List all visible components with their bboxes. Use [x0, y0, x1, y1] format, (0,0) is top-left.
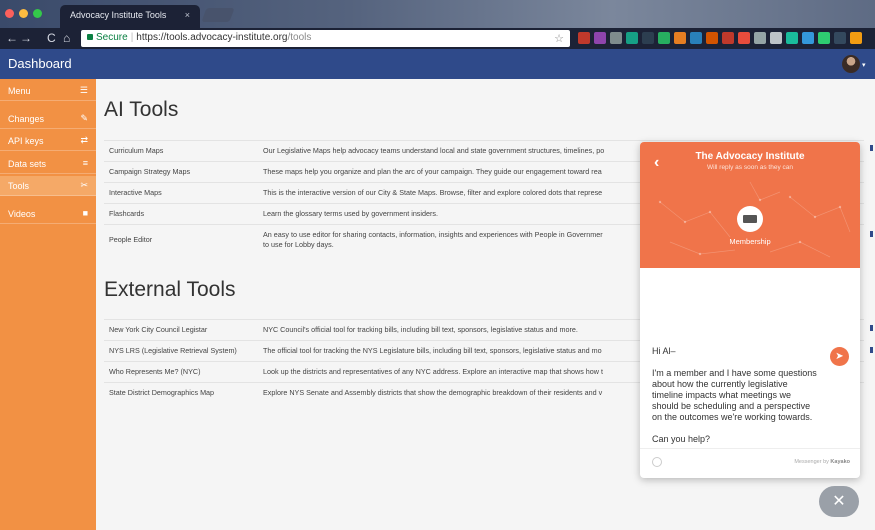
extension-icon[interactable] — [626, 32, 638, 44]
tool-name[interactable]: New York City Council Legistar — [104, 319, 258, 341]
app-header: Dashboard ▾ — [0, 49, 875, 79]
messenger-footer: Messenger by Kayako — [640, 448, 860, 478]
browser-toolbar: ← → C ⌂ Secure | https://tools.advocacy-in… — [0, 28, 875, 49]
tool-name[interactable]: NYS LRS (Legislative Retrieval System) — [104, 340, 258, 362]
sidebar-item-api-keys[interactable]: API keys ⇄ — [0, 131, 96, 151]
external-tools-heading: External Tools — [104, 278, 236, 301]
ai-tools-heading: AI Tools — [104, 98, 179, 121]
powered-by-prefix: Messenger by — [794, 459, 831, 465]
row-action-icon[interactable] — [870, 325, 873, 331]
shuffle-icon: ✂ — [80, 180, 88, 190]
close-messenger-button[interactable]: ✕ — [819, 486, 859, 517]
extension-icon[interactable] — [802, 32, 814, 44]
tab-close-icon[interactable]: × — [185, 10, 190, 20]
sidebar: Menu ☰ Changes ✎ API keys ⇄ Data sets ≡ … — [0, 79, 96, 530]
extension-icon[interactable] — [738, 32, 750, 44]
sidebar-item-label: Videos — [8, 209, 36, 219]
sidebar-item-label: Data sets — [8, 159, 47, 169]
team-logo — [737, 206, 763, 232]
extension-icon[interactable] — [850, 32, 862, 44]
sidebar-item-videos[interactable]: Videos ■ — [0, 204, 96, 224]
sidebar-item-label: Tools — [8, 181, 30, 191]
new-tab-button[interactable] — [201, 8, 235, 22]
tool-name[interactable]: Who Represents Me? (NYC) — [104, 361, 258, 383]
sidebar-item-tools[interactable]: Tools ✂ — [0, 176, 96, 196]
messenger-title: The Advocacy Institute — [695, 151, 805, 162]
lock-icon — [87, 34, 93, 40]
row-action-icon[interactable] — [870, 145, 873, 151]
home-icon[interactable]: ⌂ — [63, 31, 70, 45]
tab-title: Advocacy Institute Tools — [70, 10, 167, 20]
messenger-widget: ‹ The Advocacy Institute Will reply as s… — [640, 142, 860, 478]
extension-icon[interactable] — [674, 32, 686, 44]
back-arrow-icon[interactable]: ← — [6, 31, 18, 45]
extension-icon[interactable] — [658, 32, 670, 44]
extension-icon[interactable] — [722, 32, 734, 44]
message-input[interactable]: Hi Al– I'm a member and I have some ques… — [652, 346, 817, 456]
sidebar-item-label: Changes — [8, 114, 45, 124]
extension-icon[interactable] — [754, 32, 766, 44]
tool-name[interactable]: Curriculum Maps — [104, 140, 258, 162]
tool-name[interactable]: Campaign Strategy Maps — [104, 161, 258, 183]
close-window-button[interactable] — [5, 9, 14, 18]
emoji-icon[interactable] — [652, 457, 662, 467]
powered-by: Messenger by Kayako — [794, 459, 850, 465]
row-action-icon[interactable] — [870, 231, 873, 237]
message-line: Hi Al– — [652, 346, 676, 356]
sidebar-item-label: Menu — [8, 86, 31, 96]
sidebar-item-changes[interactable]: Changes ✎ — [0, 109, 96, 129]
sidebar-item-label: API keys — [8, 136, 44, 146]
extension-icon[interactable] — [642, 32, 654, 44]
messenger-header: ‹ The Advocacy Institute Will reply as s… — [640, 142, 860, 268]
extension-icon[interactable] — [690, 32, 702, 44]
menu-icon: ☰ — [79, 85, 88, 95]
url-divider: | — [130, 32, 134, 43]
browser-tab[interactable]: Advocacy Institute Tools × — [60, 5, 200, 28]
extension-icon[interactable] — [578, 32, 590, 44]
extension-icon[interactable] — [834, 32, 846, 44]
tool-name[interactable]: Flashcards — [104, 203, 258, 225]
list-icon: ≡ — [82, 158, 88, 168]
powered-by-brand: Kayako — [830, 459, 850, 465]
description-line: An easy to use editor for sharing contac… — [263, 230, 603, 239]
tool-name[interactable]: Interactive Maps — [104, 182, 258, 204]
message-line: Can you help? — [652, 434, 711, 444]
send-button[interactable]: ➤ — [830, 347, 849, 366]
edit-icon: ✎ — [80, 113, 88, 123]
extension-icon[interactable] — [786, 32, 798, 44]
extension-icon[interactable] — [594, 32, 606, 44]
extension-icon[interactable] — [706, 32, 718, 44]
bookmark-star-icon[interactable]: ☆ — [554, 32, 564, 45]
url-base: https://tools.advocacy-institute.org — [136, 32, 288, 43]
reload-icon[interactable]: C — [47, 31, 56, 45]
exchange-icon: ⇄ — [80, 135, 88, 145]
description-line: to use for Lobby days. — [263, 240, 334, 249]
team-label: Membership — [729, 237, 771, 246]
messenger-subtitle: Will reply as soon as they can — [707, 164, 793, 171]
forward-arrow-icon[interactable]: → — [20, 31, 32, 45]
sidebar-item-menu[interactable]: Menu ☰ — [0, 81, 96, 101]
url-path: /tools — [287, 32, 312, 43]
address-bar[interactable]: Secure | https://tools.advocacy-institute.… — [81, 30, 570, 47]
secure-label: Secure — [96, 32, 128, 43]
maximize-window-button[interactable] — [33, 9, 42, 18]
extension-icon[interactable] — [610, 32, 622, 44]
minimize-window-button[interactable] — [19, 9, 28, 18]
tool-name[interactable]: State District Demographics Map — [104, 382, 258, 403]
row-action-icon[interactable] — [870, 347, 873, 353]
page-title: Dashboard — [8, 56, 72, 71]
avatar[interactable] — [842, 55, 860, 73]
message-line: I'm a member and I have some questions a… — [652, 368, 817, 422]
extension-icon[interactable] — [770, 32, 782, 44]
tool-name[interactable]: People Editor — [104, 224, 258, 255]
chevron-down-icon[interactable]: ▾ — [862, 61, 866, 69]
browser-tab-bar: Advocacy Institute Tools × — [0, 0, 875, 28]
extension-icon[interactable] — [818, 32, 830, 44]
sidebar-item-data-sets[interactable]: Data sets ≡ — [0, 154, 96, 174]
video-icon: ■ — [82, 208, 88, 218]
